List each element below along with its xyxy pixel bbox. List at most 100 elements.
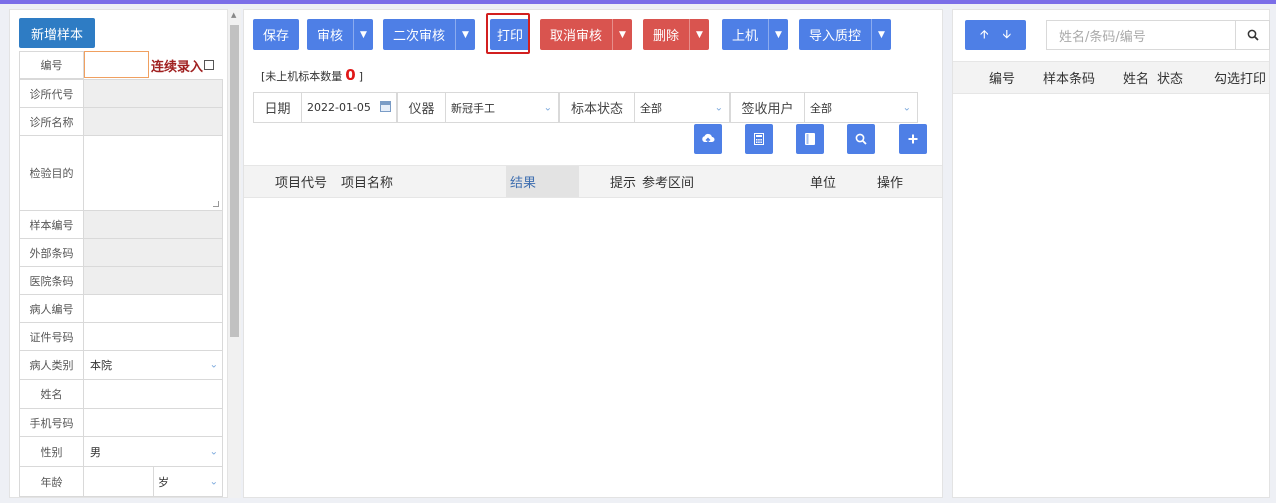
field-row: 外部条码	[19, 238, 223, 267]
column-header[interactable]: 状态	[1157, 62, 1183, 93]
calculator-icon[interactable]	[745, 124, 773, 154]
pending-prefix: [未上机标本数量	[261, 70, 343, 83]
field-row: 手机号码	[19, 408, 223, 437]
column-header[interactable]: 提示	[610, 166, 636, 197]
calendar-icon[interactable]	[380, 101, 391, 112]
instrument-select[interactable]: 新冠手工 ⌄	[446, 92, 559, 123]
field-label: 外部条码	[19, 238, 84, 267]
load-button[interactable]: 上机 ▼	[722, 19, 789, 50]
sample-list-header: 编号 样本条码 姓名 状态 勾选打印	[953, 61, 1269, 94]
audit-button[interactable]: 审核 ▼	[307, 19, 374, 50]
field-row: 性别 男 ⌄	[19, 436, 223, 467]
column-header[interactable]: 项目代号	[275, 166, 327, 197]
continuous-entry-checkbox[interactable]	[204, 60, 215, 70]
caret-down-icon[interactable]: ▼	[871, 19, 891, 50]
search-input[interactable]: 姓名/条码/编号	[1047, 21, 1235, 49]
field-row: 诊所代号	[19, 79, 223, 108]
scroll-up-icon[interactable]: ▲	[231, 11, 236, 19]
second-audit-label: 二次审核	[393, 29, 446, 44]
id-number-field[interactable]	[84, 322, 223, 351]
date-value: 2022-01-05	[307, 101, 371, 114]
sample-number-field[interactable]	[84, 210, 223, 239]
instrument-label: 仪器	[397, 92, 446, 123]
code-label: 编号	[19, 51, 84, 79]
print-highlight-box	[486, 13, 530, 54]
column-header[interactable]: 编号	[989, 62, 1015, 93]
search-button[interactable]	[1235, 21, 1269, 49]
caret-down-icon[interactable]: ▼	[612, 19, 632, 50]
field-label: 样本编号	[19, 210, 84, 239]
gender-select[interactable]: 男 ⌄	[84, 436, 223, 467]
column-header[interactable]: 操作	[877, 166, 903, 197]
column-header[interactable]: 单位	[810, 166, 836, 197]
external-barcode-field[interactable]	[84, 238, 223, 267]
left-panel-scrollbar[interactable]: ▲	[228, 9, 241, 498]
chevron-down-icon: ⌄	[543, 102, 552, 113]
results-panel: 保存 审核 ▼ 二次审核 ▼ 打印 取消审核 ▼ 删除 ▼ 上机 ▼ 导入质控 …	[243, 9, 943, 498]
scrollbar-thumb[interactable]	[230, 25, 239, 337]
cancel-audit-button[interactable]: 取消审核 ▼	[540, 19, 633, 50]
sort-buttons[interactable]: 🡩 🡫	[965, 20, 1026, 50]
arrow-down-icon[interactable]: 🡫	[1002, 25, 1011, 46]
age-input[interactable]	[84, 466, 154, 497]
name-field[interactable]	[84, 379, 223, 409]
date-picker[interactable]: 2022-01-05	[302, 92, 397, 123]
age-unit-select[interactable]: 岁 ⌄	[154, 466, 223, 497]
cloud-upload-icon[interactable]	[694, 124, 722, 154]
column-header[interactable]: 样本条码	[1043, 62, 1095, 93]
column-header[interactable]: 勾选打印	[1214, 62, 1266, 93]
column-header[interactable]: 项目名称	[341, 166, 393, 197]
field-row: 诊所名称	[19, 107, 223, 136]
continuous-entry-label: 连续录入	[151, 59, 204, 75]
caret-down-icon[interactable]: ▼	[689, 19, 709, 50]
phone-field[interactable]	[84, 408, 223, 437]
pending-suffix: ]	[358, 70, 364, 83]
plus-icon[interactable]	[899, 124, 927, 154]
patient-type-select[interactable]: 本院 ⌄	[84, 350, 223, 380]
column-header[interactable]: 参考区间	[642, 166, 694, 197]
field-row: 检验目的	[19, 135, 223, 211]
code-input[interactable]	[84, 51, 149, 78]
pending-count: [未上机标本数量 0 ]	[261, 66, 363, 84]
field-label: 年龄	[19, 466, 84, 497]
import-qc-button[interactable]: 导入质控 ▼	[799, 19, 892, 50]
caret-down-icon[interactable]: ▼	[353, 19, 373, 50]
clinic-code-field[interactable]	[84, 79, 223, 108]
receiver-select[interactable]: 全部 ⌄	[805, 92, 918, 123]
delete-button[interactable]: 删除 ▼	[643, 19, 710, 50]
clinic-name-field[interactable]	[84, 107, 223, 136]
field-row: 样本编号	[19, 210, 223, 239]
field-row: 年龄 岁 ⌄	[19, 466, 223, 497]
field-label: 性别	[19, 436, 84, 467]
delete-label: 删除	[653, 29, 680, 44]
column-header-result[interactable]: 结果	[506, 166, 579, 197]
second-audit-button[interactable]: 二次审核 ▼	[383, 19, 476, 50]
field-label: 病人编号	[19, 294, 84, 323]
save-button[interactable]: 保存	[253, 19, 300, 50]
save-label: 保存	[263, 29, 290, 44]
patient-id-field[interactable]	[84, 294, 223, 323]
column-header[interactable]: 姓名	[1123, 62, 1149, 93]
field-row: 医院条码	[19, 266, 223, 295]
age-group: 岁 ⌄	[84, 466, 223, 497]
square-icon[interactable]	[796, 124, 824, 154]
caret-down-icon[interactable]: ▼	[768, 19, 788, 50]
chevron-down-icon: ⌄	[209, 446, 218, 457]
field-label: 检验目的	[19, 135, 84, 211]
cancel-audit-label: 取消审核	[550, 29, 603, 44]
sample-list-panel: 🡩 🡫 姓名/条码/编号 编号 样本条码 姓名 状态 勾选打印	[952, 9, 1270, 498]
hospital-barcode-field[interactable]	[84, 266, 223, 295]
field-label: 手机号码	[19, 408, 84, 437]
status-select[interactable]: 全部 ⌄	[635, 92, 730, 123]
caret-down-icon[interactable]: ▼	[455, 19, 475, 50]
search-icon[interactable]	[847, 124, 875, 154]
new-sample-button[interactable]: 新增样本	[19, 18, 95, 48]
field-row: 病人编号	[19, 294, 223, 323]
field-label: 医院条码	[19, 266, 84, 295]
test-purpose-textarea[interactable]	[84, 135, 223, 211]
arrow-up-icon[interactable]: 🡩	[980, 25, 989, 46]
resize-handle-icon[interactable]	[213, 201, 219, 207]
chevron-down-icon: ⌄	[714, 102, 723, 113]
chevron-down-icon: ⌄	[902, 102, 911, 113]
receiver-label: 签收用户	[730, 92, 805, 123]
